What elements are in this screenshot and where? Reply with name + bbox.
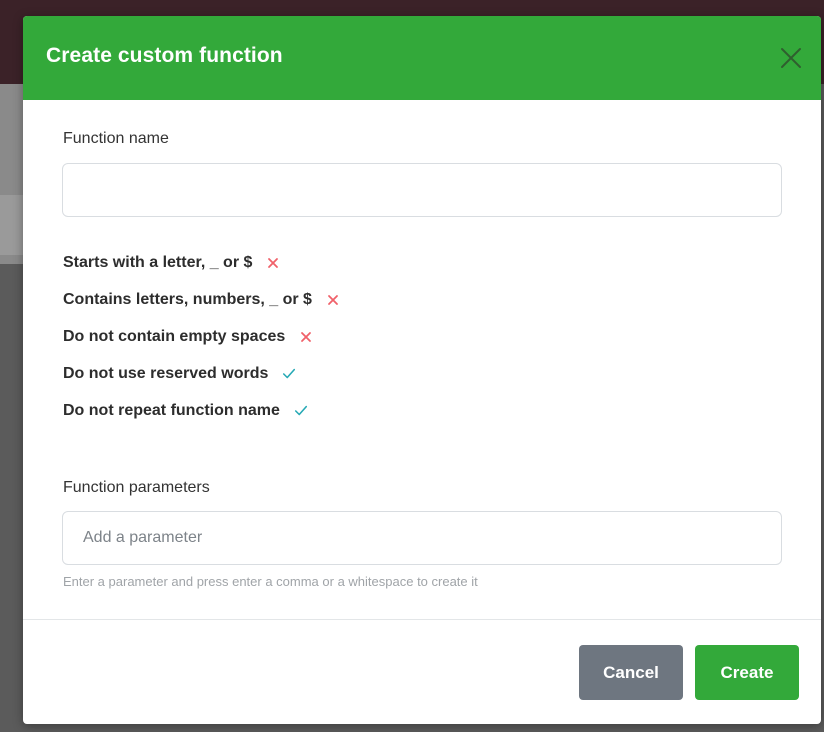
validation-rule: Contains letters, numbers, _ or $ xyxy=(63,281,340,318)
close-button[interactable] xyxy=(779,46,803,70)
validation-rule: Do not contain empty spaces xyxy=(63,318,340,355)
cross-icon xyxy=(299,330,313,344)
cancel-button[interactable]: Cancel xyxy=(579,645,683,700)
validation-rule: Starts with a letter, _ or $ xyxy=(63,244,340,281)
check-icon xyxy=(282,367,296,381)
dialog-title: Create custom function xyxy=(46,44,283,67)
validation-rule-text: Do not repeat function name xyxy=(63,401,280,419)
function-parameters-label: Function parameters xyxy=(63,479,210,496)
dialog-header: Create custom function xyxy=(23,16,821,100)
close-icon xyxy=(781,48,801,68)
validation-rule-text: Starts with a letter, _ or $ xyxy=(63,253,253,271)
validation-rule-text: Contains letters, numbers, _ or $ xyxy=(63,290,312,308)
cross-icon xyxy=(326,293,340,307)
function-name-label: Function name xyxy=(63,130,169,147)
parameter-input[interactable] xyxy=(62,511,782,565)
check-icon xyxy=(294,404,308,418)
cross-icon xyxy=(266,256,280,270)
parameter-hint: Enter a parameter and press enter a comm… xyxy=(63,574,478,589)
create-button[interactable]: Create xyxy=(695,645,799,700)
validation-rules: Starts with a letter, _ or $ Contains let… xyxy=(63,244,340,429)
validation-rule: Do not use reserved words xyxy=(63,355,340,392)
validation-rule-text: Do not contain empty spaces xyxy=(63,327,286,345)
validation-rule: Do not repeat function name xyxy=(63,392,340,429)
create-function-dialog: Create custom function Function name Sta… xyxy=(23,16,821,724)
validation-rule-text: Do not use reserved words xyxy=(63,364,269,382)
footer-divider xyxy=(23,619,821,620)
function-name-input[interactable] xyxy=(62,163,782,217)
